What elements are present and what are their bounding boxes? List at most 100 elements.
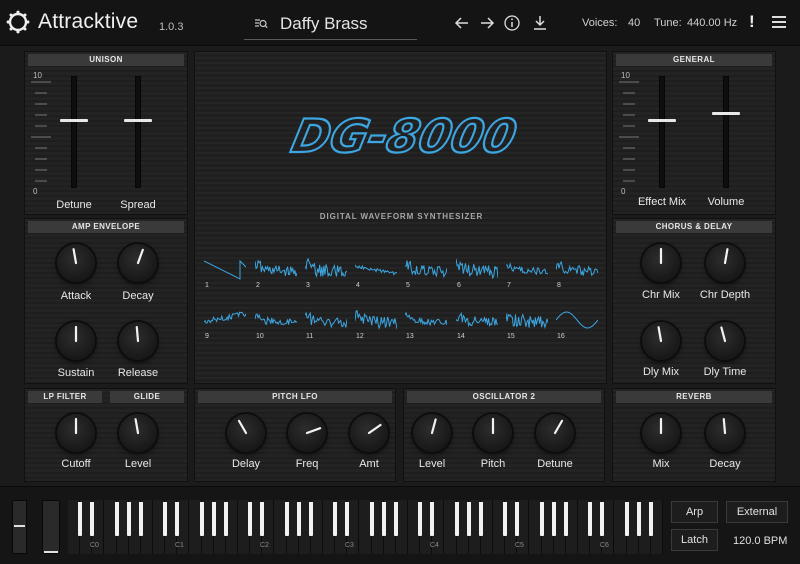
- glide-title: GLIDE: [110, 391, 184, 403]
- previous-preset-icon[interactable]: [453, 14, 471, 32]
- mod-wheel[interactable]: [42, 500, 60, 554]
- osc2-detune-knob[interactable]: [536, 414, 574, 452]
- black-key[interactable]: [551, 502, 556, 536]
- black-key[interactable]: [138, 502, 143, 536]
- waveform-14[interactable]: [456, 308, 498, 332]
- pitch-wheel[interactable]: [12, 500, 27, 554]
- pitch-lfo-panel: PITCH LFO Delay Freq Amt: [194, 388, 396, 482]
- waveform-9[interactable]: [204, 308, 246, 332]
- unison-title: UNISON: [28, 54, 184, 66]
- synth-window: Attracktive 1.0.3 Daffy Brass Voices: 40…: [0, 0, 800, 564]
- reverb-decay-knob[interactable]: [706, 414, 744, 452]
- decay-knob[interactable]: [119, 244, 157, 282]
- black-key[interactable]: [600, 502, 605, 536]
- waveform-3[interactable]: [305, 257, 347, 281]
- black-key[interactable]: [90, 502, 95, 536]
- spread-slider-track[interactable]: [135, 76, 141, 188]
- detune-slider-track[interactable]: [71, 76, 77, 188]
- osc2-level-knob[interactable]: [413, 414, 451, 452]
- spread-slider-handle[interactable]: [124, 118, 152, 122]
- waveform-12[interactable]: [355, 308, 397, 332]
- black-key[interactable]: [126, 502, 131, 536]
- effect-mix-slider-handle[interactable]: [648, 118, 676, 122]
- black-key[interactable]: [284, 502, 289, 536]
- knob-indicator: [553, 419, 564, 435]
- volume-slider-track[interactable]: [723, 76, 729, 188]
- external-button[interactable]: External: [726, 501, 788, 523]
- black-key[interactable]: [454, 502, 459, 536]
- black-key[interactable]: [588, 502, 593, 536]
- effect-mix-slider-track[interactable]: [659, 76, 665, 188]
- waveform-6[interactable]: [456, 257, 498, 281]
- piano-keyboard[interactable]: C0 C1 C2 C3 C4 C5 C6: [68, 500, 663, 554]
- latch-button[interactable]: Latch: [671, 529, 718, 551]
- black-key[interactable]: [345, 502, 350, 536]
- waveform-number: 7: [507, 282, 511, 289]
- black-key[interactable]: [466, 502, 471, 536]
- waveform-10[interactable]: [255, 308, 297, 332]
- chr-depth-knob[interactable]: [706, 244, 744, 282]
- black-key[interactable]: [211, 502, 216, 536]
- black-key[interactable]: [333, 502, 338, 536]
- black-key[interactable]: [539, 502, 544, 536]
- cutoff-knob[interactable]: [57, 414, 95, 452]
- arp-button[interactable]: Arp: [671, 501, 718, 523]
- tune-value[interactable]: 440.00 Hz: [687, 17, 737, 29]
- next-preset-icon[interactable]: [478, 14, 496, 32]
- attack-knob[interactable]: [57, 244, 95, 282]
- waveform-16[interactable]: [556, 308, 598, 332]
- black-key[interactable]: [515, 502, 520, 536]
- download-icon[interactable]: [531, 14, 549, 32]
- black-key[interactable]: [114, 502, 119, 536]
- chr-mix-knob[interactable]: [642, 244, 680, 282]
- preset-selector[interactable]: Daffy Brass: [244, 8, 417, 40]
- dly-time-knob[interactable]: [706, 322, 744, 360]
- black-key[interactable]: [393, 502, 398, 536]
- volume-slider-handle[interactable]: [712, 111, 740, 115]
- waveform-1[interactable]: [204, 257, 246, 281]
- waveform-15[interactable]: [506, 308, 548, 332]
- black-key[interactable]: [223, 502, 228, 536]
- lfo-freq-knob[interactable]: [288, 414, 326, 452]
- knob-indicator: [659, 247, 663, 265]
- waveform-11[interactable]: [305, 308, 347, 332]
- black-key[interactable]: [418, 502, 423, 536]
- menu-icon[interactable]: [772, 16, 786, 28]
- waveform-8[interactable]: [556, 257, 598, 281]
- black-key[interactable]: [78, 502, 83, 536]
- black-key[interactable]: [478, 502, 483, 536]
- voices-value[interactable]: 40: [628, 17, 640, 29]
- black-key[interactable]: [308, 502, 313, 536]
- waveform-4[interactable]: [355, 257, 397, 281]
- waveform-13[interactable]: [405, 308, 447, 332]
- waveform-2[interactable]: [255, 257, 297, 281]
- waveform-5[interactable]: [405, 257, 447, 281]
- bpm-display[interactable]: 120.0 BPM: [733, 535, 787, 547]
- black-key[interactable]: [369, 502, 374, 536]
- black-key[interactable]: [430, 502, 435, 536]
- black-key[interactable]: [199, 502, 204, 536]
- lfo-delay-knob[interactable]: [227, 414, 265, 452]
- black-key[interactable]: [296, 502, 301, 536]
- glide-level-knob[interactable]: [119, 414, 157, 452]
- black-key[interactable]: [248, 502, 253, 536]
- lfo-amt-knob[interactable]: [350, 414, 388, 452]
- release-knob[interactable]: [119, 322, 157, 360]
- black-key[interactable]: [624, 502, 629, 536]
- black-key[interactable]: [563, 502, 568, 536]
- sustain-knob[interactable]: [57, 322, 95, 360]
- info-icon[interactable]: [503, 14, 521, 32]
- black-key[interactable]: [648, 502, 653, 536]
- detune-slider-handle[interactable]: [60, 118, 88, 122]
- reverb-mix-knob[interactable]: [642, 414, 680, 452]
- black-key[interactable]: [503, 502, 508, 536]
- black-key[interactable]: [260, 502, 265, 536]
- osc2-pitch-knob[interactable]: [474, 414, 512, 452]
- waveform-7[interactable]: [506, 257, 548, 281]
- dly-mix-knob[interactable]: [642, 322, 680, 360]
- alert-button[interactable]: !: [749, 12, 755, 32]
- black-key[interactable]: [175, 502, 180, 536]
- black-key[interactable]: [163, 502, 168, 536]
- black-key[interactable]: [636, 502, 641, 536]
- black-key[interactable]: [381, 502, 386, 536]
